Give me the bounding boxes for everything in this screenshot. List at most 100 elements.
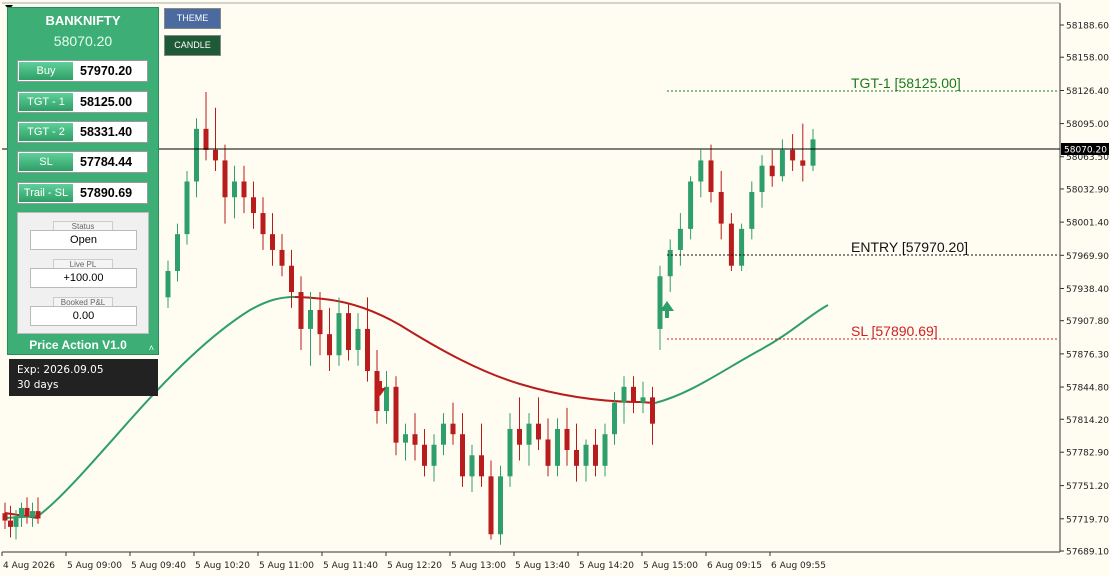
price-chart[interactable]: 58188.6058158.0058126.4058095.0058063.50… <box>0 0 1110 576</box>
x-tick-label: 5 Aug 15:00 <box>643 561 698 571</box>
sl-row: SL 57784.44 <box>17 151 148 173</box>
tgt2-row: TGT - 2 58331.40 <box>17 121 148 143</box>
y-tick-label: 58032.90 <box>1066 185 1109 195</box>
y-tick-label: 57689.10 <box>1066 548 1109 558</box>
tgt1-row: TGT - 1 58125.00 <box>17 91 148 113</box>
candle-body <box>488 476 494 535</box>
x-tick-label: 5 Aug 09:40 <box>131 561 186 571</box>
candle-body <box>336 313 342 356</box>
candle-body <box>810 139 816 166</box>
candle-body <box>688 181 694 229</box>
tgt1-value: 58125.00 <box>80 95 133 109</box>
candle-body <box>241 181 247 198</box>
candle-body <box>790 149 796 161</box>
x-tick-label: 5 Aug 10:20 <box>195 561 250 571</box>
tgt1-button[interactable]: TGT - 1 <box>19 93 73 111</box>
tgt2-value: 58331.40 <box>80 125 133 139</box>
x-tick-label: 5 Aug 09:00 <box>67 561 122 571</box>
x-tick-label: 5 Aug 13:00 <box>451 561 506 571</box>
candle-body <box>24 507 30 517</box>
candle-body <box>677 228 683 250</box>
trade-panel: BANKNIFTY 58070.20 Buy 57970.20 TGT - 1 … <box>7 7 159 355</box>
candle-body <box>355 328 361 350</box>
x-tick-label: 5 Aug 11:00 <box>259 561 314 571</box>
candle-body <box>450 423 456 435</box>
candle-body <box>2 513 8 521</box>
candle-body <box>232 181 237 198</box>
y-tick-label: 57719.70 <box>1066 515 1109 525</box>
candle-body <box>631 386 636 403</box>
candle-body <box>403 434 408 443</box>
candle-body <box>30 511 35 517</box>
live-pl-value: +100.00 <box>30 268 137 288</box>
candle-body <box>289 265 294 293</box>
trail-sl-button[interactable]: Trail - SL <box>19 184 73 202</box>
candle-body <box>298 292 304 329</box>
candle-body <box>422 444 427 466</box>
candle-body <box>650 397 655 424</box>
sl-value: 57784.44 <box>80 155 133 169</box>
candle-body <box>667 249 673 277</box>
y-tick-label: 57907.80 <box>1066 317 1109 327</box>
candle-body <box>536 423 541 440</box>
candle-body <box>270 234 275 250</box>
candle-body <box>583 444 589 466</box>
candle-body <box>564 428 570 451</box>
candle-body <box>640 397 646 403</box>
candle-body <box>779 149 785 177</box>
candle-body <box>431 444 437 466</box>
candle-body <box>545 439 551 466</box>
theme-button[interactable]: THEME <box>164 8 221 29</box>
candle-body <box>498 476 503 535</box>
candle-body <box>365 328 370 372</box>
candle-body <box>184 181 190 235</box>
status-value: Open <box>30 230 137 250</box>
candle-body <box>739 228 745 266</box>
candle-body <box>194 128 199 182</box>
x-tick-label: 5 Aug 11:40 <box>323 561 378 571</box>
candle-body <box>593 444 598 466</box>
y-tick-label: 57782.90 <box>1066 449 1109 459</box>
x-tick-label: 5 Aug 14:20 <box>579 561 634 571</box>
sl-button[interactable]: SL <box>19 153 73 171</box>
candle-body <box>749 192 755 229</box>
candle-body <box>8 520 13 527</box>
candle-body <box>441 423 446 445</box>
y-tick-label: 58188.60 <box>1066 22 1109 32</box>
candle-body <box>555 428 560 466</box>
tgt2-button[interactable]: TGT - 2 <box>19 123 73 141</box>
x-tick-label: 6 Aug 09:15 <box>707 561 762 571</box>
candle-body <box>346 313 351 350</box>
candle-body <box>251 197 256 214</box>
expiry-days: 30 days <box>17 379 59 391</box>
y-tick-label: 58001.40 <box>1066 219 1109 229</box>
collapse-caret-icon[interactable]: ˄ <box>149 343 154 353</box>
candle-body <box>517 428 522 445</box>
candle-body <box>526 423 532 445</box>
candle-body <box>279 249 285 266</box>
candle-body <box>393 386 399 443</box>
candle-body <box>698 160 704 182</box>
y-tick-label: 57938.40 <box>1066 285 1109 295</box>
candle-body <box>621 386 627 403</box>
candle-body <box>574 450 579 466</box>
candle-button[interactable]: CANDLE <box>164 35 221 56</box>
x-tick-label: 6 Aug 09:55 <box>771 561 826 571</box>
x-tick-label: 5 Aug 12:20 <box>387 561 442 571</box>
candle-body <box>728 223 734 266</box>
candle-body <box>327 334 332 356</box>
x-tick-label: 5 Aug 13:40 <box>515 561 570 571</box>
candle-body <box>384 386 389 412</box>
trail-sl-value: 57890.69 <box>80 186 133 200</box>
y-tick-label: 57969.90 <box>1066 252 1109 262</box>
y-tick-label: 58158.00 <box>1066 54 1109 64</box>
y-tick-label: 58095.00 <box>1066 120 1109 130</box>
candle-body <box>308 309 313 329</box>
candle-body <box>759 165 765 193</box>
candle-body <box>213 149 218 161</box>
candle-body <box>175 234 180 271</box>
buy-button[interactable]: Buy <box>19 62 73 80</box>
candle-body <box>718 192 724 224</box>
entry-label: ENTRY [57970.20] <box>851 239 968 255</box>
candle-body <box>612 402 617 435</box>
